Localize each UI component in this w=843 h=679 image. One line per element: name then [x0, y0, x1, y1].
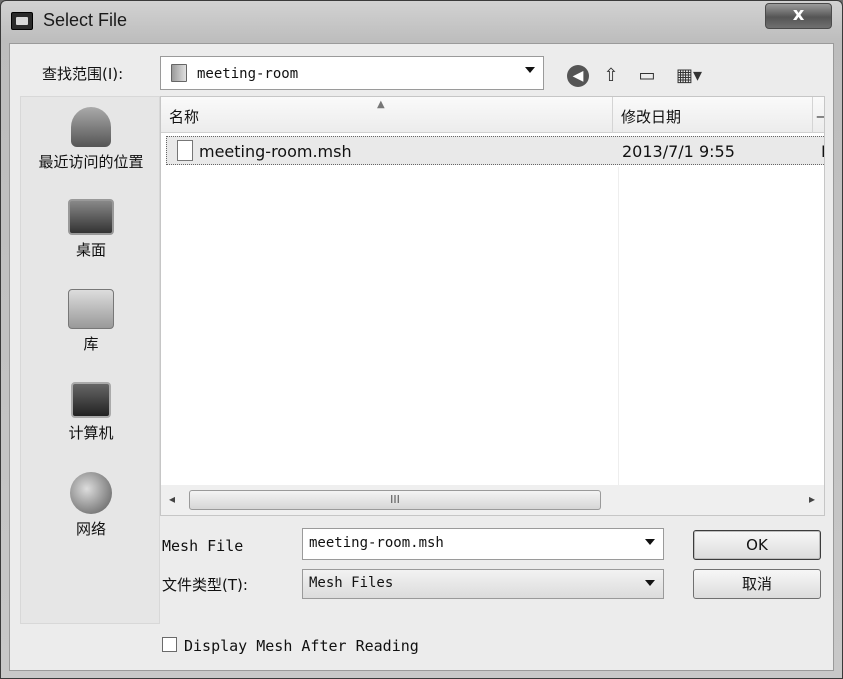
place-label-desktop: 桌面 [75, 241, 106, 259]
column-divider [618, 167, 619, 485]
chevron-down-icon[interactable] [525, 67, 535, 73]
place-recent[interactable]: 最近访问的位置 [21, 107, 161, 172]
window-title: Select File [43, 10, 128, 30]
column-name-label: 名称 [169, 108, 200, 126]
back-icon[interactable]: ◀ [567, 65, 589, 87]
title-bar[interactable]: Select File x [1, 1, 842, 43]
lookin-label: 查找范围(I): [42, 65, 124, 83]
dialog-body: 查找范围(I): meeting-room ◀ ⇧ ▭ ▦▾ 最近访问的位置 桌… [9, 43, 834, 671]
file-date: 2013/7/1 9:55 [622, 142, 735, 161]
column-extra-label: ᅳ [816, 106, 824, 127]
select-file-dialog: Select File x 查找范围(I): meeting-room ◀ ⇧ … [0, 0, 843, 679]
places-bar: 最近访问的位置 桌面 库 计算机 网络 [20, 96, 160, 624]
filetype-label: 文件类型(T): [162, 576, 248, 594]
view-menu-icon[interactable]: ▦▾ [670, 64, 708, 88]
filename-label: Mesh File [162, 537, 244, 555]
network-icon [70, 472, 112, 514]
place-label-computer: 计算机 [68, 424, 114, 442]
ok-button[interactable]: OK [693, 530, 821, 560]
place-label-library: 库 [83, 335, 99, 353]
file-name: meeting-room.msh [199, 142, 352, 161]
filename-input[interactable]: meeting-room.msh [302, 528, 664, 560]
lookin-value: meeting-room [197, 66, 299, 82]
place-label-network: 网络 [75, 520, 106, 538]
filename-value: meeting-room.msh [309, 535, 444, 551]
chevron-down-icon[interactable] [645, 539, 655, 545]
place-library[interactable]: 库 [21, 289, 161, 354]
file-icon [177, 140, 193, 161]
app-icon [11, 12, 33, 30]
table-row[interactable]: meeting-room.msh 2013/7/1 9:55 I [166, 136, 824, 165]
scroll-left-icon[interactable]: ◂ [169, 492, 175, 506]
display-mesh-label[interactable]: Display Mesh After Reading [184, 637, 419, 655]
desktop-icon [68, 199, 114, 235]
file-extra: I [821, 142, 824, 161]
place-computer[interactable]: 计算机 [21, 382, 161, 443]
place-desktop[interactable]: 桌面 [21, 199, 161, 260]
folder-icon [171, 64, 187, 82]
filetype-select[interactable]: Mesh Files [302, 569, 664, 599]
display-mesh-checkbox[interactable] [162, 637, 177, 652]
close-button[interactable]: x [765, 3, 832, 29]
scroll-right-icon[interactable]: ▸ [809, 492, 815, 506]
horizontal-scrollbar[interactable]: ◂ III ▸ [161, 485, 824, 515]
column-header-date[interactable]: 修改日期 [613, 97, 813, 133]
place-label-recent: 最近访问的位置 [38, 153, 144, 171]
library-icon [68, 289, 114, 329]
chevron-down-icon[interactable] [645, 580, 655, 586]
cancel-button[interactable]: 取消 [693, 569, 821, 599]
up-folder-icon[interactable]: ⇧ [599, 64, 623, 88]
new-folder-icon[interactable]: ▭ [635, 64, 659, 88]
recent-places-icon [71, 107, 111, 147]
column-header-extra[interactable]: ᅳ [813, 97, 824, 133]
place-network[interactable]: 网络 [21, 472, 161, 539]
scrollbar-thumb[interactable]: III [189, 490, 601, 510]
lookin-combo[interactable]: meeting-room [160, 56, 544, 90]
computer-icon [71, 382, 111, 418]
column-date-label: 修改日期 [621, 108, 682, 126]
filetype-value: Mesh Files [309, 575, 394, 591]
file-list[interactable]: 名称 ▲ 修改日期 ᅳ meeting-room.msh 2013/7/1 9:… [160, 96, 825, 516]
sort-ascending-icon: ▲ [377, 99, 385, 110]
column-header-name[interactable]: 名称 ▲ [161, 97, 613, 133]
